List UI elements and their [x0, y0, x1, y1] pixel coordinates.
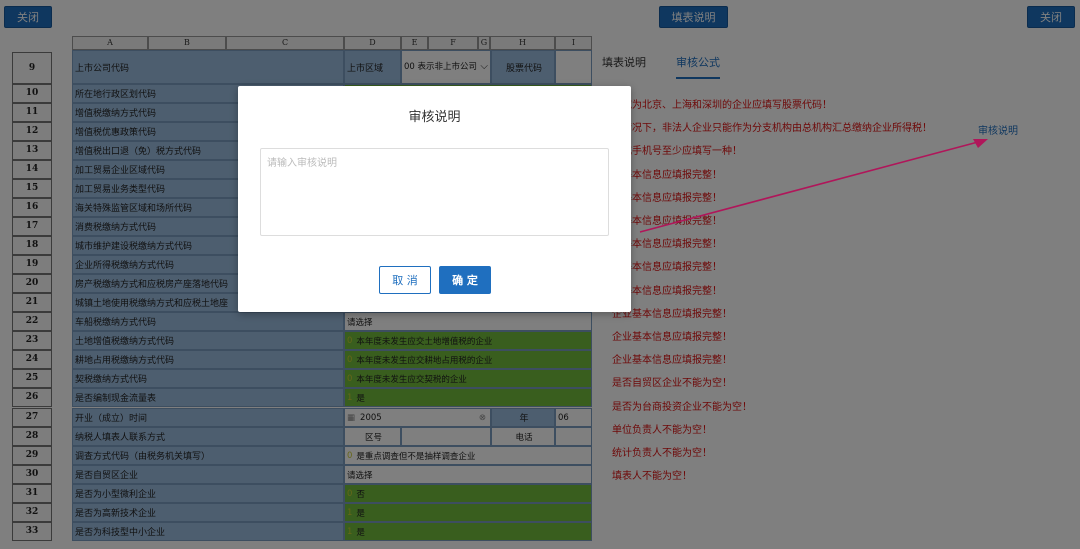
cancel-button[interactable]: 取 消 [379, 266, 431, 294]
confirm-button[interactable]: 确 定 [439, 266, 491, 294]
audit-note-textarea[interactable] [260, 148, 609, 236]
audit-note-dialog: 审核说明 取 消 确 定 [238, 86, 631, 312]
dialog-title: 审核说明 [408, 110, 461, 125]
